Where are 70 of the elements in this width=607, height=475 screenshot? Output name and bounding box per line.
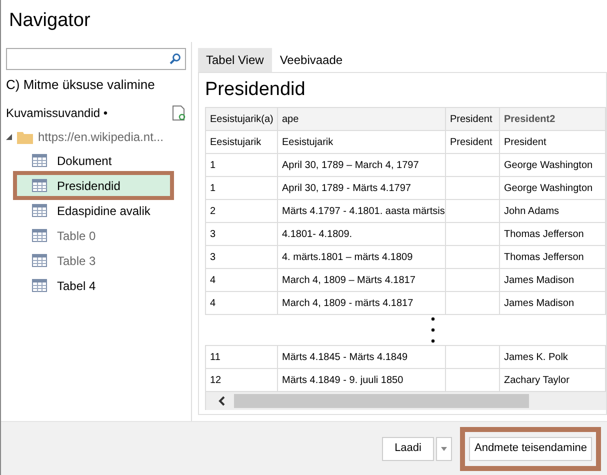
table-cell: James Madison [500,292,606,315]
empty-cell [446,223,500,246]
table-cell: Märts 4.1845 - Märts 4.1849 [278,346,446,369]
empty-cell [446,246,500,269]
table-cell: Thomas Jefferson [500,223,606,246]
table-cell: President [500,131,606,154]
expand-triangle-icon[interactable] [6,134,12,140]
column-header: President [446,108,500,131]
table-cell: James Madison [500,269,606,292]
tab[interactable]: Tabel View [198,48,272,72]
tree-item[interactable]: Tabel 4 [6,273,186,298]
table-icon [32,179,47,192]
column-header: President2 [500,108,606,131]
table-icon [32,204,47,217]
table-icon [32,229,47,242]
table-cell: 1 [206,154,278,177]
table-cell: 11 [206,346,278,369]
tree-item[interactable]: Edaspidine avalik [6,198,186,223]
empty-cell [446,177,500,200]
empty-cell [446,292,500,315]
transform-data-button[interactable]: Andmete teisendamine [460,426,601,470]
table-cell: George Washington [500,177,606,200]
search-icon [169,53,181,65]
table-cell: April 30, 1789 - Märts 4.1797 [278,177,446,200]
table-cell: March 4, 1809 - märts 4.1817 [278,292,446,315]
table-cell: Eesistujarik [206,131,278,154]
column-header: Eesistujarik(a) [206,108,278,131]
multi-select-label[interactable]: C) Mitme üksuse valimine [6,74,186,96]
table-cell: 4 [206,269,278,292]
table-cell: George Washington [500,154,606,177]
empty-cell [446,269,500,292]
table-cell: Eesistujarik [278,131,446,154]
table-cell: 1 [206,177,278,200]
table-cell: James K. Polk [500,346,606,369]
table-icon [32,254,47,267]
table-cell: Thomas Jefferson [500,246,606,269]
table-cell: 4.1801- 4.1809. [278,223,446,246]
table-cell: 3 [206,246,278,269]
folder-icon [17,130,33,144]
search-field[interactable] [6,48,186,70]
table-cell: 2 [206,200,278,223]
table-cell: President [446,131,500,154]
scrollbar-thumb[interactable] [234,394,529,408]
tree-item[interactable]: Table 3 [6,248,186,273]
display-options-label[interactable]: Kuvamissuvandid • [6,104,108,122]
dropdown-button[interactable] [436,436,452,460]
empty-cell [446,200,500,223]
table-cell: April 30, 1789 – March 4, 1797 [278,154,446,177]
horizontal-scrollbar[interactable] [206,392,606,410]
table-cell: 4. märts.1801 – märts 4.1809 [278,246,446,269]
tree-item[interactable]: Table 0 [6,223,186,248]
table-cell: John Adams [500,200,606,223]
tree-item[interactable]: https://en.wikipedia.nt... [38,128,164,146]
table-cell: 3 [206,223,278,246]
tree-item[interactable]: Presidendid [15,173,172,198]
tree-item[interactable]: Dokument [6,148,186,173]
window-title: Navigator [8,8,92,33]
table-icon [32,154,47,167]
table-icon [32,279,47,292]
column-header: ape [278,108,446,131]
load-button[interactable]: Laadi [382,436,434,460]
vertical-ellipsis-icon [431,316,435,344]
scroll-left-icon[interactable] [218,396,226,406]
table-cell: 4 [206,292,278,315]
table-cell: Märts 4.1797 - 4.1801. aasta märtsis [278,200,446,223]
table-cell: March 4, 1809 – Märts 4.1817 [278,269,446,292]
refresh-file-icon[interactable] [172,105,186,121]
empty-cell [446,154,500,177]
preview-title: Presidendid [205,78,306,102]
caret-icon [441,446,448,450]
